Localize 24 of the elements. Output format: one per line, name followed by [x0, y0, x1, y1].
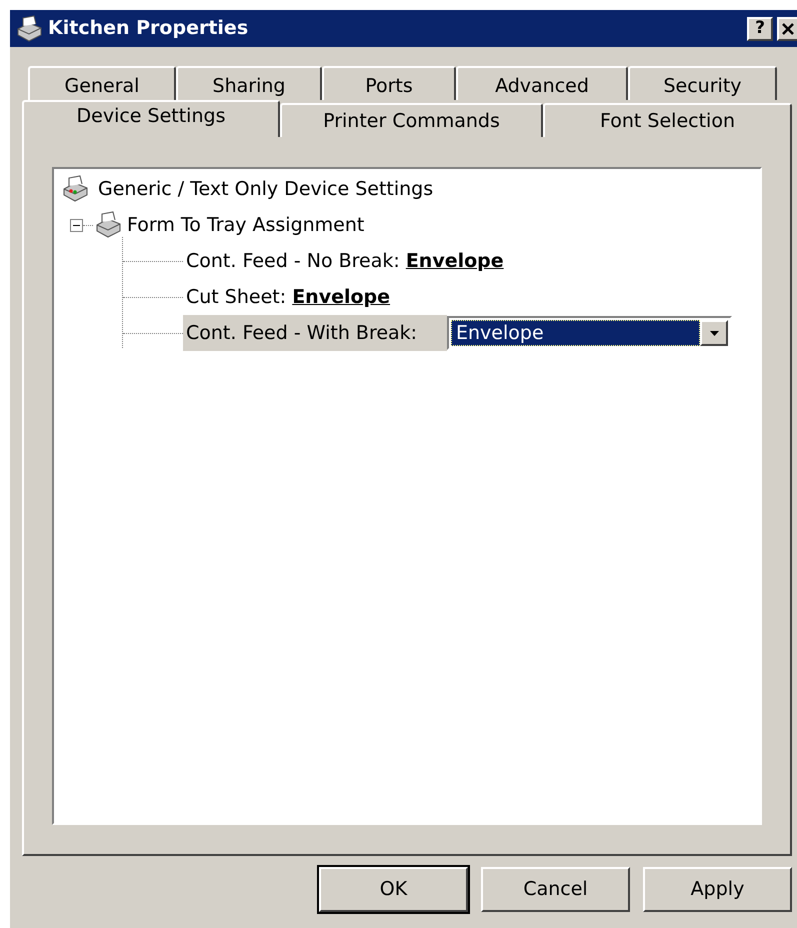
close-icon	[782, 22, 794, 34]
tab[interactable]: General	[28, 66, 176, 100]
tab[interactable]: Ports	[322, 66, 456, 100]
tab[interactable]: Device Settings	[22, 100, 280, 137]
tab[interactable]: Font Selection	[543, 103, 792, 137]
tree-item[interactable]: Form To Tray Assignment	[127, 210, 364, 240]
dropdown-arrow-button[interactable]	[700, 320, 728, 346]
tree-item[interactable]: Generic / Text Only Device Settings	[98, 174, 434, 204]
caret-icon	[710, 330, 718, 336]
collapse-toggle[interactable]	[70, 218, 83, 232]
dialog-button[interactable]: OK	[319, 867, 468, 912]
tab[interactable]: Printer Commands	[280, 103, 543, 137]
tree-item[interactable]: Cont. Feed - No Break: Envelope	[183, 242, 507, 280]
tab[interactable]: Advanced	[456, 66, 628, 100]
tree-item[interactable]: Cont. Feed - With Break:	[183, 314, 447, 352]
help-button[interactable]: ?	[747, 16, 773, 40]
window-title: Kitchen Properties	[48, 16, 250, 42]
dialog-button[interactable]: Cancel	[481, 867, 630, 912]
dialog-button[interactable]: Apply	[643, 867, 792, 912]
tree-item[interactable]: Cut Sheet: Envelope	[183, 278, 394, 316]
dropdown[interactable]: Envelope	[447, 316, 732, 350]
tab[interactable]: Security	[628, 66, 777, 100]
tab[interactable]: Sharing	[176, 66, 322, 100]
close-button[interactable]	[777, 16, 797, 40]
